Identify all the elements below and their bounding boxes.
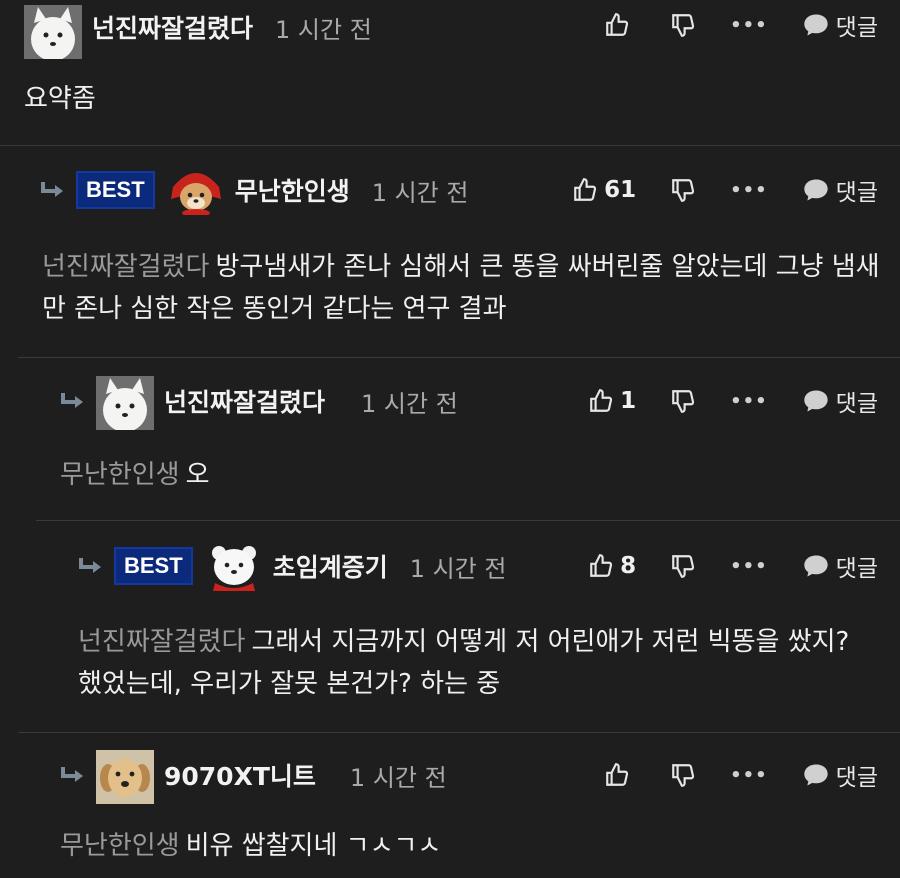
reply-arrow-icon bbox=[61, 767, 83, 782]
comment-body: 넌진짜잘걸렸다 그래서 지금까지 어떻게 저 어린애가 저런 빅똥을 쌌지? 했었… bbox=[78, 627, 850, 699]
mention[interactable]: 무난한인생 bbox=[60, 460, 180, 490]
timestamp: 1 시간 전 bbox=[275, 15, 372, 44]
timestamp: 1 시간 전 bbox=[349, 763, 447, 792]
nickname[interactable]: 넌진짜잘걸렸다 bbox=[92, 9, 253, 45]
dislike-button[interactable] bbox=[670, 177, 696, 203]
like-count: 1 bbox=[620, 388, 637, 414]
reply-arrow-icon bbox=[41, 182, 63, 197]
more-options-icon[interactable]: ••• bbox=[730, 556, 768, 577]
speech-bubble-icon bbox=[804, 555, 828, 577]
thumbs-up-icon bbox=[606, 763, 629, 786]
speech-bubble-icon bbox=[804, 179, 828, 201]
dislike-button[interactable] bbox=[670, 762, 696, 788]
comment-body: 무난한인생 오 bbox=[60, 460, 210, 490]
like-button[interactable]: 61 bbox=[572, 177, 636, 203]
more-options-icon[interactable]: ••• bbox=[730, 15, 768, 36]
comment-5: 9070XT니트 1 시간 전 ••• 댓글 무난한인생 비유 쌉찰지네 ㄱㅅㄱㅅ bbox=[18, 732, 900, 878]
best-badge: BEST bbox=[114, 547, 193, 585]
thumbs-down-icon bbox=[672, 390, 695, 413]
comment-3: 넌진짜잘걸렸다 1 시간 전 1 ••• 댓글 무난한인생 오 bbox=[18, 357, 900, 521]
thumbs-down-icon bbox=[672, 764, 695, 787]
best-badge: BEST bbox=[76, 171, 155, 209]
like-button[interactable] bbox=[604, 762, 636, 788]
comment-1: 넌진짜잘걸렸다 1 시간 전 ••• 댓글 요약좀 bbox=[0, 0, 900, 145]
thumbs-up-icon bbox=[606, 13, 629, 36]
thumbs-up-icon bbox=[574, 178, 597, 201]
more-options-icon[interactable]: ••• bbox=[730, 765, 768, 786]
speech-bubble-icon bbox=[804, 390, 828, 412]
mention[interactable]: 무난한인생 bbox=[60, 831, 180, 861]
comment-4: BEST 초임계증기 1 시간 전 8 ••• 댓글 넌진짜잘걸렸다 그래서 지… bbox=[36, 520, 900, 733]
dislike-button[interactable] bbox=[670, 388, 696, 414]
like-count: 8 bbox=[620, 553, 637, 579]
speech-bubble-icon bbox=[804, 14, 828, 36]
reply-arrow-icon bbox=[61, 393, 83, 408]
comment-body: 요약좀 bbox=[24, 84, 96, 114]
nickname[interactable]: 넌진짜잘걸렸다 bbox=[164, 383, 325, 419]
nickname[interactable]: 초임계증기 bbox=[273, 548, 388, 584]
reply-arrow-icon bbox=[79, 558, 101, 573]
thumbs-down-icon bbox=[672, 555, 695, 578]
like-button[interactable]: 8 bbox=[588, 553, 636, 579]
thumbs-up-icon bbox=[590, 554, 613, 577]
reply-button[interactable]: 댓글 bbox=[802, 758, 878, 792]
dislike-button[interactable] bbox=[670, 553, 696, 579]
speech-bubble-icon bbox=[804, 764, 828, 786]
comment-body: 무난한인생 비유 쌉찰지네 ㄱㅅㄱㅅ bbox=[60, 831, 442, 861]
more-options-icon[interactable]: ••• bbox=[730, 391, 768, 412]
timestamp: 1 시간 전 bbox=[409, 554, 507, 583]
comment-2: BEST 무난한인생 1 시간 전 61 ••• 댓글 넌진짜잘걸렸다 방구냄새… bbox=[0, 145, 900, 358]
reply-button[interactable]: 댓글 bbox=[802, 384, 878, 418]
white-dog-avatar[interactable] bbox=[96, 372, 154, 430]
mention[interactable]: 넌진짜잘걸렸다 bbox=[42, 252, 209, 282]
thumbs-down-icon bbox=[672, 14, 695, 37]
reply-button[interactable]: 댓글 bbox=[802, 549, 878, 583]
retriever-puppy-avatar[interactable] bbox=[96, 746, 154, 804]
nickname[interactable]: 9070XT니트 bbox=[164, 757, 316, 793]
polar-bear-avatar[interactable] bbox=[205, 537, 263, 595]
thumbs-down-icon bbox=[672, 179, 695, 202]
reply-button[interactable]: 댓글 bbox=[802, 8, 878, 42]
timestamp: 1 시간 전 bbox=[361, 389, 458, 418]
white-dog-avatar[interactable] bbox=[24, 1, 82, 59]
reply-button[interactable]: 댓글 bbox=[802, 173, 878, 207]
puppy-red-hood-avatar[interactable] bbox=[167, 165, 225, 215]
nickname[interactable]: 무난한인생 bbox=[235, 172, 350, 208]
timestamp: 1 시간 전 bbox=[371, 178, 469, 207]
like-count: 61 bbox=[604, 177, 637, 203]
thumbs-up-icon bbox=[590, 389, 613, 412]
dislike-button[interactable] bbox=[670, 12, 696, 38]
like-button[interactable]: 1 bbox=[588, 388, 636, 414]
comment-body: 넌진짜잘걸렸다 방구냄새가 존나 심해서 큰 똥을 싸버린줄 알았는데 그냥 냄새… bbox=[42, 252, 880, 324]
mention[interactable]: 넌진짜잘걸렸다 bbox=[78, 627, 245, 657]
more-options-icon[interactable]: ••• bbox=[730, 180, 768, 201]
like-button[interactable] bbox=[604, 12, 636, 38]
